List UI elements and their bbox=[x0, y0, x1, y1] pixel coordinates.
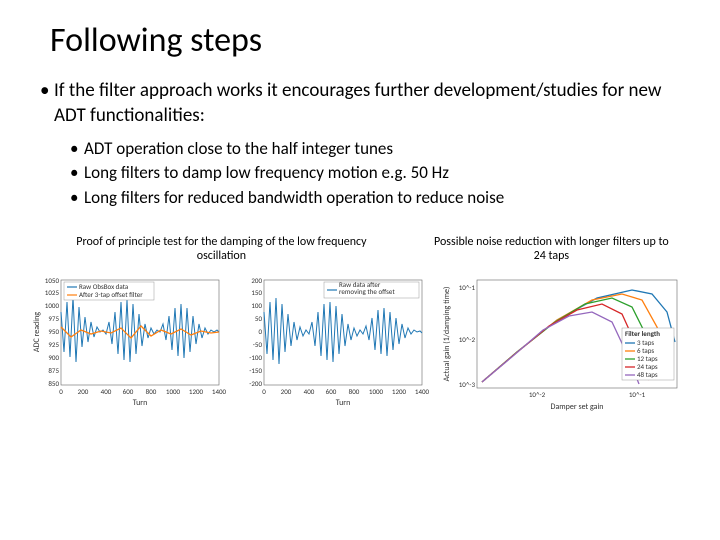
svg-text:875: 875 bbox=[48, 366, 59, 375]
svg-text:Filter length: Filter length bbox=[625, 329, 660, 338]
svg-text:-100: -100 bbox=[249, 353, 262, 362]
svg-text:925: 925 bbox=[48, 340, 59, 349]
svg-text:200: 200 bbox=[78, 387, 89, 396]
svg-text:48 taps: 48 taps bbox=[637, 370, 658, 379]
svg-text:800: 800 bbox=[146, 387, 157, 396]
svg-text:200: 200 bbox=[281, 387, 292, 396]
svg-text:950: 950 bbox=[48, 327, 59, 336]
svg-text:10^-1: 10^-1 bbox=[629, 390, 646, 399]
svg-text:Turn: Turn bbox=[133, 398, 148, 407]
main-bullet: If the filter approach works it encourag… bbox=[40, 79, 690, 128]
svg-text:10^-2: 10^-2 bbox=[459, 335, 476, 344]
svg-text:1000: 1000 bbox=[369, 387, 384, 396]
legend-line2: removing the offset bbox=[339, 287, 395, 296]
svg-text:Turn: Turn bbox=[336, 398, 351, 407]
svg-text:1050: 1050 bbox=[45, 276, 60, 285]
series-raw bbox=[61, 297, 219, 362]
series-residual bbox=[264, 298, 422, 364]
svg-text:1000: 1000 bbox=[45, 301, 60, 310]
svg-text:1200: 1200 bbox=[189, 387, 204, 396]
svg-text:1400: 1400 bbox=[212, 387, 226, 396]
charts-row: 850 875 900 925 950 975 1000 1025 1050 0… bbox=[30, 271, 690, 413]
svg-text:Actual gain (1/damping time): Actual gain (1/damping time) bbox=[442, 287, 452, 382]
svg-text:Damper set gain: Damper set gain bbox=[551, 402, 604, 412]
svg-text:-200: -200 bbox=[249, 379, 262, 388]
svg-text:400: 400 bbox=[101, 387, 112, 396]
svg-text:850: 850 bbox=[48, 379, 59, 388]
caption-right: Possible noise reduction with longer fil… bbox=[413, 235, 690, 264]
svg-text:200: 200 bbox=[251, 276, 262, 285]
chart-offset-removed: -200 -150 -100 -50 0 50 100 150 200 0 20… bbox=[233, 271, 430, 408]
sub-bullet: Long filters for reduced bandwidth opera… bbox=[70, 187, 690, 209]
svg-text:After 3-tap offset filter: After 3-tap offset filter bbox=[79, 290, 143, 299]
svg-text:-50: -50 bbox=[253, 340, 263, 349]
svg-text:600: 600 bbox=[123, 387, 134, 396]
svg-text:0: 0 bbox=[258, 327, 262, 336]
svg-text:ADC reading: ADC reading bbox=[32, 312, 42, 352]
chart-gain-loglog: 10^-3 10^-2 10^-1 10^-2 10^-1 Damper set… bbox=[436, 271, 688, 413]
caption-left: Proof of principle test for the damping … bbox=[30, 235, 413, 264]
svg-text:150: 150 bbox=[251, 288, 262, 297]
svg-text:1000: 1000 bbox=[166, 387, 181, 396]
svg-text:1400: 1400 bbox=[415, 387, 429, 396]
svg-text:0: 0 bbox=[59, 387, 63, 396]
svg-text:900: 900 bbox=[48, 353, 59, 362]
svg-text:-150: -150 bbox=[249, 366, 262, 375]
slide-title: Following steps bbox=[50, 20, 690, 61]
chart-raw-vs-filtered: 850 875 900 925 950 975 1000 1025 1050 0… bbox=[30, 271, 227, 408]
svg-text:400: 400 bbox=[304, 387, 315, 396]
svg-text:1025: 1025 bbox=[45, 288, 60, 297]
series-48taps bbox=[482, 312, 639, 384]
sub-bullet: Long filters to damp low frequency motio… bbox=[70, 162, 690, 184]
svg-text:1200: 1200 bbox=[392, 387, 407, 396]
svg-text:10^-1: 10^-1 bbox=[459, 283, 476, 292]
sub-bullet: ADT operation close to the half integer … bbox=[70, 138, 690, 160]
svg-text:800: 800 bbox=[349, 387, 360, 396]
svg-text:600: 600 bbox=[326, 387, 337, 396]
svg-text:50: 50 bbox=[255, 314, 263, 323]
svg-text:100: 100 bbox=[251, 301, 262, 310]
svg-text:0: 0 bbox=[262, 387, 266, 396]
sub-bullet-list: ADT operation close to the half integer … bbox=[70, 138, 690, 208]
svg-text:975: 975 bbox=[48, 314, 59, 323]
svg-text:10^-3: 10^-3 bbox=[459, 380, 476, 389]
svg-text:10^-2: 10^-2 bbox=[529, 390, 546, 399]
